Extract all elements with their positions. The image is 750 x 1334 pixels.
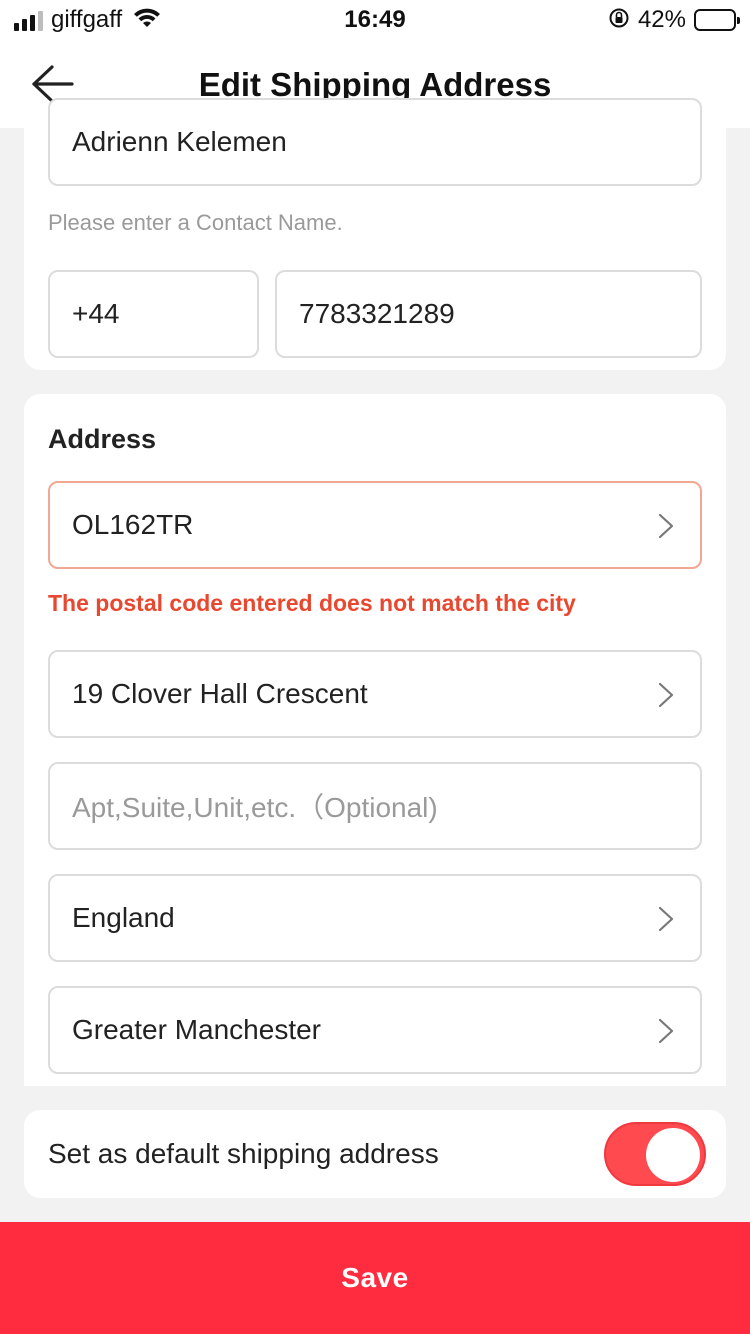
street-value: 19 Clover Hall Crescent xyxy=(72,678,368,709)
apt-suite-field[interactable]: Apt,Suite,Unit,etc.（Optional) xyxy=(48,762,702,850)
chevron-right-icon xyxy=(658,906,674,932)
postcode-error-message: The postal code entered does not match t… xyxy=(48,590,576,616)
chevron-right-icon xyxy=(658,513,674,539)
battery-icon xyxy=(694,9,740,31)
contact-name-value: Adrienn Kelemen xyxy=(72,126,287,157)
status-right: 42% xyxy=(608,6,740,34)
contact-name-field[interactable]: Adrienn Kelemen xyxy=(48,98,702,186)
address-card: Address OL162TR The postal code entered … xyxy=(24,394,726,1086)
toggle-knob xyxy=(646,1128,700,1182)
postcode-value: OL162TR xyxy=(72,509,194,540)
country-code-value: +44 xyxy=(72,298,120,329)
region-value: England xyxy=(72,902,175,933)
postcode-field[interactable]: OL162TR xyxy=(48,481,702,569)
battery-percent: 42% xyxy=(637,6,686,33)
country-code-field[interactable]: +44 xyxy=(48,270,259,358)
address-section-title: Address xyxy=(48,424,157,454)
phone-number-value: 7783321289 xyxy=(299,298,455,329)
orientation-lock-icon xyxy=(608,7,630,34)
chevron-right-icon xyxy=(658,1018,674,1044)
status-bar: giffgaff 16:49 42% xyxy=(0,0,750,44)
phone-number-field[interactable]: 7783321289 xyxy=(275,270,702,358)
street-field[interactable]: 19 Clover Hall Crescent xyxy=(48,650,702,738)
default-address-label: Set as default shipping address xyxy=(48,1138,439,1169)
region-field[interactable]: England xyxy=(48,874,702,962)
county-field[interactable]: Greater Manchester xyxy=(48,986,702,1074)
contact-name-hint: Please enter a Contact Name. xyxy=(48,210,343,235)
default-address-toggle[interactable] xyxy=(604,1122,706,1186)
apt-suite-placeholder: Apt,Suite,Unit,etc.（Optional) xyxy=(72,792,438,823)
county-value: Greater Manchester xyxy=(72,1014,321,1045)
chevron-right-icon xyxy=(658,682,674,708)
contact-card: Adrienn Kelemen Please enter a Contact N… xyxy=(24,98,726,370)
save-button[interactable]: Save xyxy=(0,1222,750,1334)
default-address-card: Set as default shipping address xyxy=(24,1110,726,1198)
